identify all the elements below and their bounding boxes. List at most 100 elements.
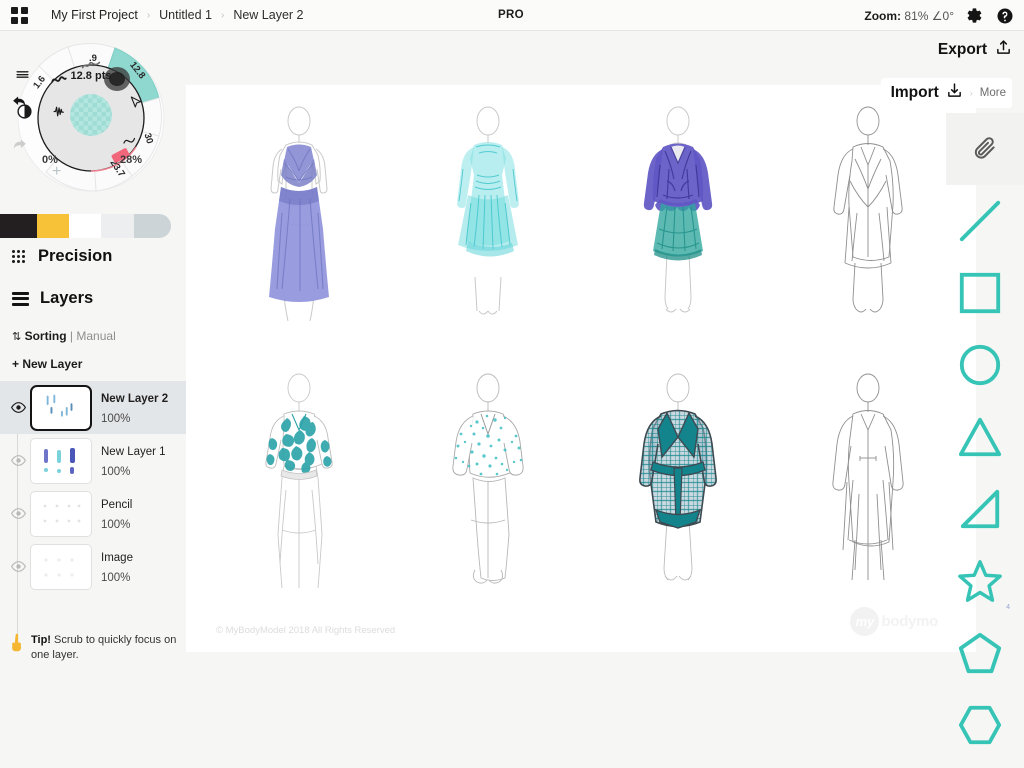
sorting-label: Sorting: [25, 329, 67, 343]
figure-group: [186, 85, 976, 652]
color-swatch-gray[interactable]: [134, 214, 171, 238]
color-palette-bar[interactable]: [0, 214, 171, 238]
color-swatch-amber[interactable]: [37, 214, 69, 238]
precision-label: Precision: [38, 247, 112, 266]
brush-radial-dial[interactable]: 1.6 .9 12.8 30 23.7 + 12.8 pts: [16, 43, 166, 193]
shape-tool-octagon[interactable]: [936, 761, 1024, 768]
layers-section-header[interactable]: Layers: [0, 289, 93, 308]
shape-tool-square[interactable]: [936, 257, 1024, 329]
color-swatch-white[interactable]: [69, 214, 101, 238]
layers-tip: Tip! Scrub to quickly focus on one layer…: [10, 633, 182, 663]
layer-sorting-control[interactable]: ⇅ Sorting | Manual: [12, 329, 116, 343]
layer-row-image[interactable]: Image 100%: [0, 540, 186, 593]
figure-plaid-wrap-coat[interactable]: [603, 370, 753, 600]
breadcrumb-item-layer[interactable]: New Layer 2: [224, 8, 312, 22]
layer-meta: Image 100%: [101, 547, 133, 587]
sorting-divider: |: [70, 329, 73, 343]
shape-tool-pentagon[interactable]: [936, 617, 1024, 689]
watermark-text: bodymo: [881, 613, 938, 630]
eye-icon[interactable]: [6, 508, 30, 519]
squiggle-stroke-icon[interactable]: [121, 131, 139, 149]
star-icon: [957, 558, 1003, 604]
layer-row-new-layer-1[interactable]: New Layer 1 100%: [0, 434, 186, 487]
pointing-hand-icon: [10, 633, 25, 663]
precision-section[interactable]: Precision: [0, 247, 112, 266]
export-label: Export: [938, 41, 987, 59]
layer-row-new-layer-2[interactable]: New Layer 2 100%: [0, 381, 186, 434]
zoom-readout[interactable]: Zoom: 81% ∠0°: [864, 9, 954, 23]
eye-icon[interactable]: [6, 455, 30, 466]
breadcrumb: My First Project › Untitled 1 › New Laye…: [42, 8, 313, 22]
paperclip-icon: [972, 136, 998, 162]
layer-opacity: 100%: [101, 466, 130, 478]
shape-tool-hexagon[interactable]: [936, 689, 1024, 761]
sorting-mode: Manual: [76, 329, 115, 343]
layers-stack-icon: [12, 292, 29, 306]
watermark-mark: my: [850, 607, 879, 636]
layer-list: New Layer 2 100%: [0, 381, 186, 593]
layer-thumbnail[interactable]: [30, 544, 92, 590]
brush-size-readout[interactable]: 12.8 pts: [16, 70, 166, 82]
waveform-icon[interactable]: [52, 103, 69, 120]
import-button[interactable]: Import › More: [881, 78, 1012, 108]
brush-size-value: 12.8 pts: [71, 70, 112, 82]
canvas-copyright: © MyBodyModel 2018 All Rights Reserved: [216, 625, 395, 636]
eye-icon[interactable]: [6, 402, 30, 413]
cursor-arrow-icon[interactable]: [128, 95, 144, 111]
grid-menu-icon[interactable]: [11, 7, 28, 24]
shape-tool-circle[interactable]: [936, 329, 1024, 401]
shape-tool-right-triangle[interactable]: [936, 473, 1024, 545]
left-panel: 1.6 .9 12.8 30 23.7 + 12.8 pts: [0, 31, 186, 768]
star-badge: 4: [1006, 604, 1010, 611]
layer-thumbnail[interactable]: [30, 385, 92, 431]
layer-name: Image: [101, 552, 133, 564]
square-icon: [957, 270, 1003, 316]
layer-opacity: 100%: [101, 572, 130, 584]
shape-tool-star[interactable]: 4: [936, 545, 1024, 617]
gear-icon[interactable]: [965, 6, 984, 25]
layer-name: New Layer 1: [101, 446, 166, 458]
figure-lineart-cardigan[interactable]: [793, 370, 943, 600]
zoom-label: Zoom:: [864, 9, 901, 23]
breadcrumb-item-project[interactable]: My First Project: [42, 8, 147, 22]
brush-size-icon: [16, 70, 29, 79]
color-swatch-black[interactable]: [0, 214, 37, 238]
layers-title: Layers: [40, 289, 93, 308]
undo-arrow-icon[interactable]: [10, 93, 29, 115]
layer-thumbnail[interactable]: [30, 491, 92, 537]
brush-jitter-percent[interactable]: 0%: [42, 154, 58, 166]
shape-tool-triangle[interactable]: [936, 401, 1024, 473]
help-circle-icon[interactable]: [995, 6, 1014, 25]
figure-purple-blazer-teal-skirt[interactable]: [603, 103, 753, 333]
download-tray-icon: [946, 82, 963, 104]
eye-icon[interactable]: [6, 561, 30, 572]
breadcrumb-item-document[interactable]: Untitled 1: [150, 8, 221, 22]
figure-floral-speckle-blouse[interactable]: [413, 370, 563, 600]
brush-opacity-percent[interactable]: 28%: [120, 154, 142, 166]
layer-name: New Layer 2: [101, 393, 168, 405]
tip-text: Tip! Scrub to quickly focus on one layer…: [31, 633, 182, 663]
layer-thumbnail[interactable]: [30, 438, 92, 484]
shape-tool-line[interactable]: [936, 185, 1024, 257]
app-root: My First Project › Untitled 1 › New Laye…: [0, 0, 1024, 768]
pro-badge: PRO: [498, 9, 524, 21]
layer-row-pencil[interactable]: Pencil 100%: [0, 487, 186, 540]
drawing-canvas[interactable]: © MyBodyModel 2018 All Rights Reserved m…: [186, 85, 976, 652]
more-button[interactable]: More: [980, 87, 1006, 99]
export-button[interactable]: Export: [938, 39, 1012, 61]
top-bar: My First Project › Untitled 1 › New Laye…: [0, 0, 1024, 31]
shape-tool-attachment[interactable]: [946, 113, 1024, 185]
figure-turquoise-midi-dress[interactable]: [413, 103, 563, 333]
figure-periwinkle-gown[interactable]: [224, 103, 374, 333]
triangle-icon: [957, 414, 1003, 460]
figure-lineart-coat[interactable]: [793, 103, 943, 333]
pentagon-icon: [957, 630, 1003, 676]
color-swatch-light-gray[interactable]: [101, 214, 135, 238]
figure-teal-print-blouse[interactable]: [224, 370, 374, 600]
brush-color-swatch[interactable]: [70, 94, 112, 136]
layer-opacity: 100%: [101, 413, 130, 425]
line-icon: [957, 198, 1003, 244]
zoom-value: 81%: [904, 9, 928, 23]
circle-icon: [957, 342, 1003, 388]
new-layer-button[interactable]: + New Layer: [12, 357, 82, 371]
